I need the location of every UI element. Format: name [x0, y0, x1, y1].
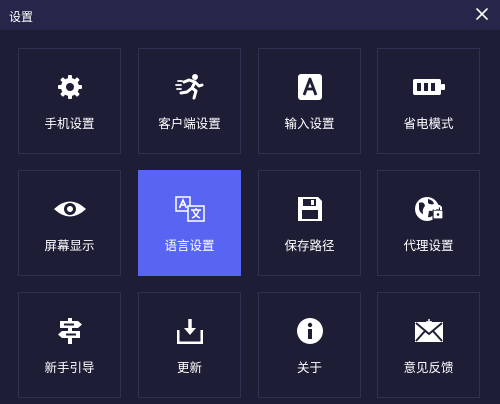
tile-label: 客户端设置	[158, 116, 221, 131]
tile-label: 意见反馈	[403, 360, 454, 375]
battery-icon	[412, 79, 445, 95]
tile-label: 更新	[176, 360, 202, 375]
globe-lock-icon	[414, 197, 444, 221]
feedback-envelope-icon	[414, 319, 443, 342]
tile-phone-settings[interactable]: 手机设置	[18, 48, 121, 154]
tile-label: 保存路径	[284, 238, 335, 253]
tile-beginner-guide[interactable]: 新手引导	[18, 292, 121, 398]
tile-power-saving[interactable]: 省电模式	[377, 48, 480, 154]
close-icon	[476, 8, 488, 20]
tile-update[interactable]: 更新	[138, 292, 241, 398]
tile-label: 省电模式	[403, 116, 454, 131]
tile-client-settings[interactable]: 客户端设置	[138, 48, 241, 154]
signpost-icon	[57, 318, 82, 344]
tile-label: 关于	[296, 360, 322, 375]
tile-label: 屏幕显示	[44, 238, 95, 253]
tile-label: 手机设置	[44, 116, 95, 131]
gear-icon	[57, 75, 82, 99]
letter-a-icon	[297, 74, 322, 100]
settings-grid: 手机设置 客户端设置 输入设置 省电模式 屏幕显示 语言设置 保存路径 代理设置…	[0, 30, 500, 404]
tile-save-path[interactable]: 保存路径	[258, 170, 361, 276]
translate-icon	[174, 196, 205, 222]
info-icon	[296, 318, 323, 344]
floppy-disk-icon	[297, 197, 322, 221]
tile-proxy-settings[interactable]: 代理设置	[377, 170, 480, 276]
tile-language-settings[interactable]: 语言设置	[138, 170, 241, 276]
eye-icon	[53, 201, 86, 217]
running-person-icon	[174, 74, 203, 100]
close-button[interactable]	[472, 4, 492, 24]
tile-input-settings[interactable]: 输入设置	[258, 48, 361, 154]
tile-label: 输入设置	[284, 116, 335, 131]
tile-label: 代理设置	[403, 238, 454, 253]
download-tray-icon	[176, 319, 203, 344]
tile-feedback[interactable]: 意见反馈	[377, 292, 480, 398]
title-bar: 设置	[0, 0, 500, 30]
tile-screen-display[interactable]: 屏幕显示	[18, 170, 121, 276]
window-title: 设置	[9, 10, 34, 24]
tile-about[interactable]: 关于	[258, 292, 361, 398]
tile-label: 新手引导	[44, 360, 95, 375]
tile-label: 语言设置	[164, 238, 215, 253]
